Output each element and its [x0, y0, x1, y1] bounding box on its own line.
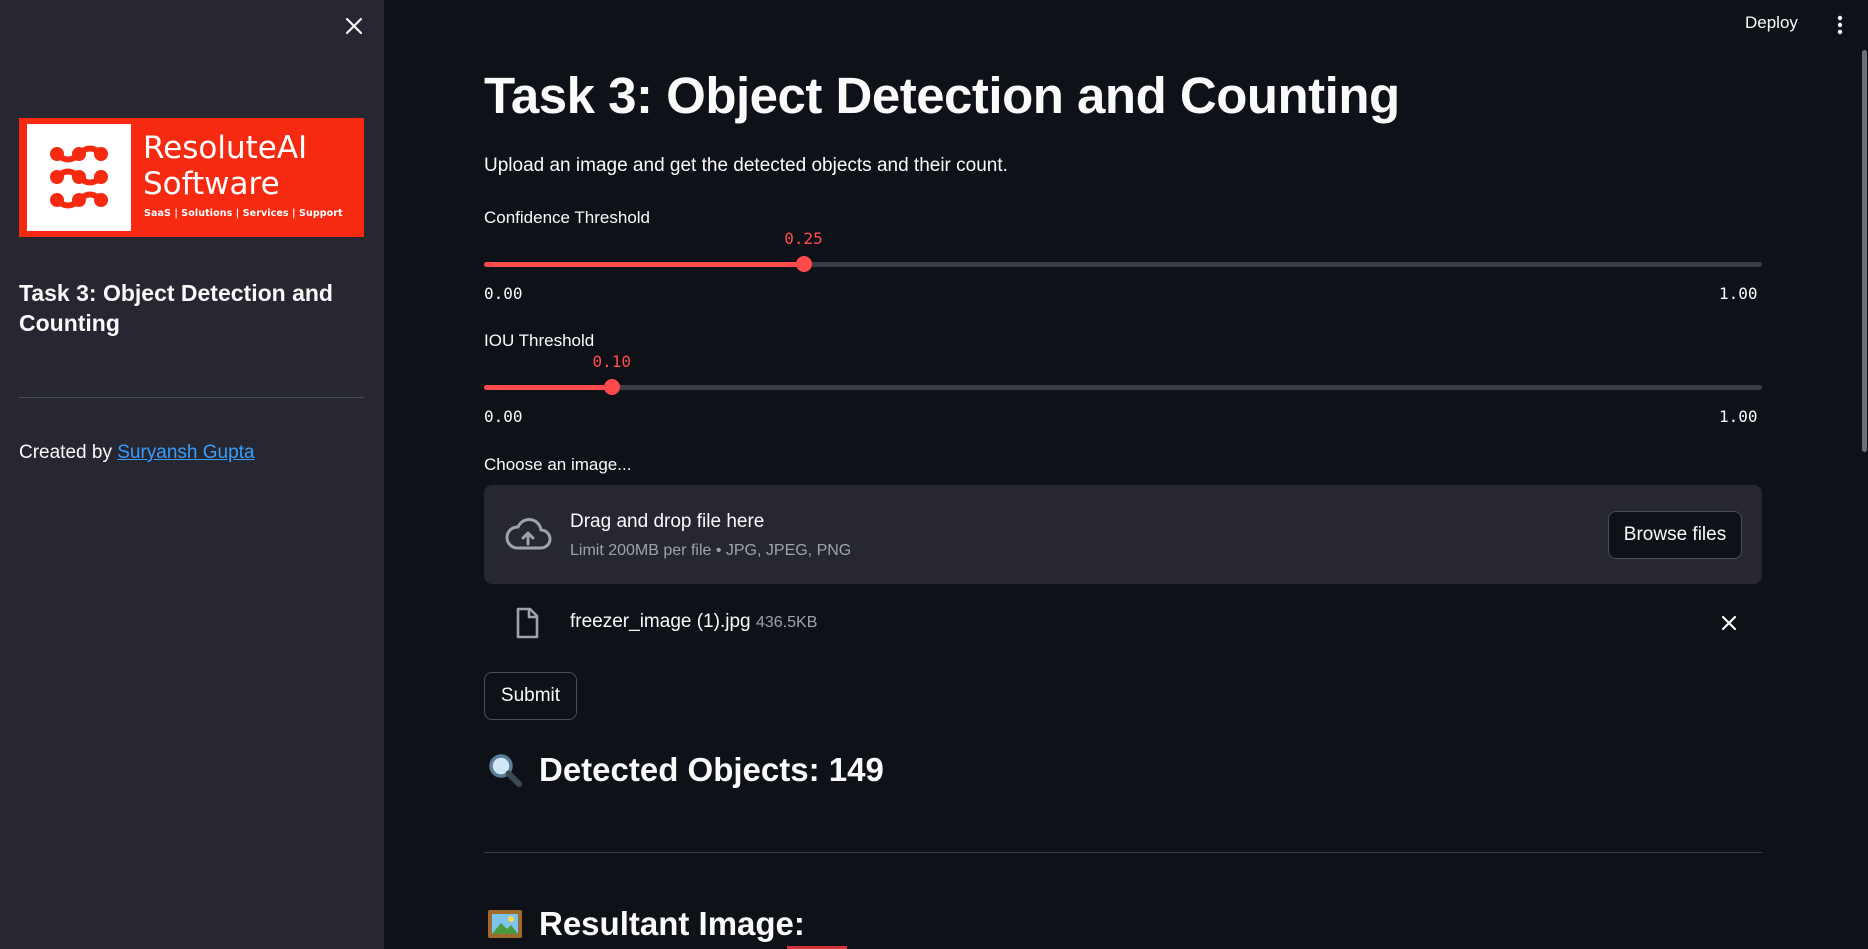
confidence-slider-max: 1.00	[1719, 284, 1758, 303]
sidebar-credit: Created by Suryansh Gupta	[19, 442, 255, 464]
file-icon	[516, 607, 539, 639]
submit-button[interactable]: Submit	[484, 672, 577, 720]
slider-value: 0.10	[592, 352, 632, 371]
file-name: freezer_image (1).jpg	[570, 611, 751, 632]
dropzone-title: Drag and drop file here	[570, 511, 765, 532]
framed-picture-icon	[488, 910, 522, 938]
cloud-upload-icon	[505, 518, 552, 550]
dropzone-limit: Limit 200MB per file • JPG, JPEG, PNG	[570, 542, 852, 559]
resultant-image-text: Resultant Image:	[539, 905, 805, 942]
slider-thumb[interactable]	[603, 379, 620, 395]
confidence-slider[interactable]: 0.25	[484, 229, 1762, 272]
more-options-icon[interactable]	[1832, 14, 1848, 36]
slider-thumb[interactable]	[795, 256, 812, 272]
logo-mark-icon	[27, 124, 131, 231]
detected-objects-text: Detected Objects: 149	[539, 751, 884, 788]
confidence-slider-min: 0.00	[484, 284, 523, 303]
detected-objects-heading: Detected Objects: 149	[486, 751, 884, 789]
scrollbar[interactable]	[1862, 50, 1867, 452]
section-divider	[484, 852, 1762, 853]
logo-tagline: SaaS | Solutions | Services | Support	[144, 208, 343, 219]
uploaded-file-row: freezer_image (1).jpg 436.5KB	[484, 603, 1762, 643]
page-title: Task 3: Object Detection and Counting	[484, 67, 1400, 124]
slider-value: 0.25	[784, 229, 823, 248]
close-icon[interactable]	[342, 14, 366, 38]
slider-fill	[484, 262, 804, 267]
remove-file-icon[interactable]	[1719, 613, 1739, 633]
sidebar: ResoluteAI Software SaaS | Solutions | S…	[0, 0, 384, 949]
browse-files-button[interactable]: Browse files	[1608, 511, 1742, 559]
deploy-button[interactable]: Deploy	[1745, 13, 1798, 33]
magnifier-icon	[489, 754, 522, 787]
brand-logo: ResoluteAI Software SaaS | Solutions | S…	[19, 118, 364, 237]
confidence-slider-label: Confidence Threshold	[484, 208, 651, 227]
sidebar-title: Task 3: Object Detection and Counting	[19, 280, 333, 336]
slider-fill	[484, 385, 612, 390]
page-description: Upload an image and get the detected obj…	[484, 155, 1008, 176]
resultant-image-heading: Resultant Image:	[486, 905, 805, 943]
iou-slider-min: 0.00	[484, 407, 523, 426]
credit-prefix: Created by	[19, 442, 118, 463]
file-dropzone[interactable]: Drag and drop file here Limit 200MB per …	[484, 485, 1762, 584]
author-link[interactable]: Suryansh Gupta	[117, 442, 254, 463]
iou-slider[interactable]: 0.10	[484, 352, 1762, 395]
iou-slider-max: 1.00	[1719, 407, 1758, 426]
logo-wordmark: ResoluteAI Software	[143, 130, 308, 202]
sidebar-divider	[19, 397, 364, 398]
iou-slider-label: IOU Threshold	[484, 331, 595, 350]
file-size: 436.5KB	[756, 614, 818, 631]
uploader-label: Choose an image...	[484, 455, 632, 474]
